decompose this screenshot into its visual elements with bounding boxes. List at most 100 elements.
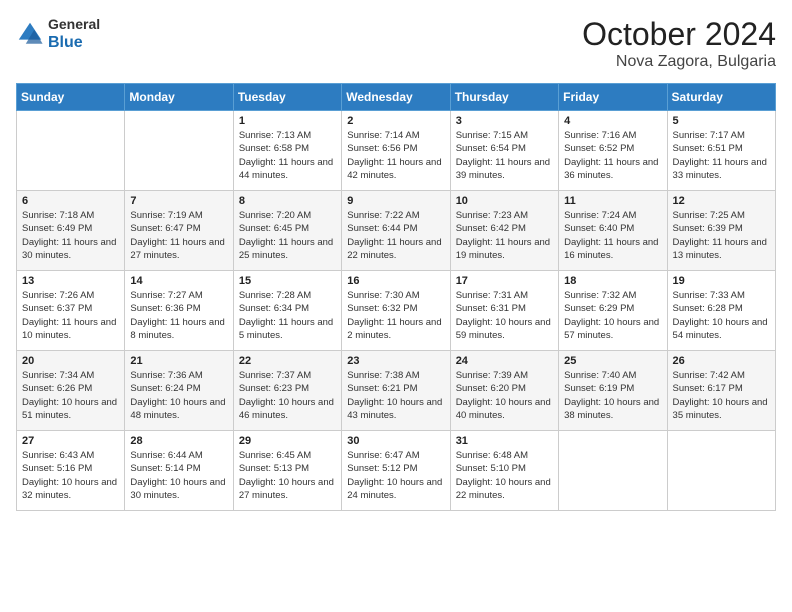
day-info: Sunrise: 7:23 AM Sunset: 6:42 PM Dayligh… [456,209,553,262]
daylight-text: Daylight: 10 hours and 48 minutes. [130,396,227,423]
day-number: 4 [564,115,661,127]
day-info: Sunrise: 6:45 AM Sunset: 5:13 PM Dayligh… [239,449,336,502]
day-number: 7 [130,195,227,207]
daylight-text: Daylight: 11 hours and 39 minutes. [456,156,553,183]
day-info: Sunrise: 7:17 AM Sunset: 6:51 PM Dayligh… [673,129,770,182]
sunset-text: Sunset: 6:40 PM [564,222,661,235]
calendar-cell: 15 Sunrise: 7:28 AM Sunset: 6:34 PM Dayl… [233,271,341,351]
sunset-text: Sunset: 6:36 PM [130,302,227,315]
sunset-text: Sunset: 6:29 PM [564,302,661,315]
logo-icon [16,20,44,48]
sunset-text: Sunset: 6:32 PM [347,302,444,315]
day-number: 23 [347,355,444,367]
day-number: 11 [564,195,661,207]
calendar-table: SundayMondayTuesdayWednesdayThursdayFrid… [16,83,776,511]
calendar-cell: 31 Sunrise: 6:48 AM Sunset: 5:10 PM Dayl… [450,431,558,511]
day-number: 29 [239,435,336,447]
daylight-text: Daylight: 10 hours and 35 minutes. [673,396,770,423]
day-number: 15 [239,275,336,287]
daylight-text: Daylight: 10 hours and 40 minutes. [456,396,553,423]
day-info: Sunrise: 7:20 AM Sunset: 6:45 PM Dayligh… [239,209,336,262]
sunrise-text: Sunrise: 7:13 AM [239,129,336,142]
calendar-cell: 20 Sunrise: 7:34 AM Sunset: 6:26 PM Dayl… [17,351,125,431]
logo: General Blue [16,16,100,52]
sunrise-text: Sunrise: 7:28 AM [239,289,336,302]
sunrise-text: Sunrise: 7:27 AM [130,289,227,302]
calendar-cell: 25 Sunrise: 7:40 AM Sunset: 6:19 PM Dayl… [559,351,667,431]
sunrise-text: Sunrise: 6:47 AM [347,449,444,462]
day-info: Sunrise: 7:14 AM Sunset: 6:56 PM Dayligh… [347,129,444,182]
sunrise-text: Sunrise: 7:37 AM [239,369,336,382]
day-info: Sunrise: 7:13 AM Sunset: 6:58 PM Dayligh… [239,129,336,182]
sunset-text: Sunset: 5:10 PM [456,462,553,475]
daylight-text: Daylight: 11 hours and 8 minutes. [130,316,227,343]
sunset-text: Sunset: 5:16 PM [22,462,119,475]
calendar-cell: 7 Sunrise: 7:19 AM Sunset: 6:47 PM Dayli… [125,191,233,271]
day-number: 26 [673,355,770,367]
daylight-text: Daylight: 10 hours and 43 minutes. [347,396,444,423]
day-number: 24 [456,355,553,367]
weekday-header: Monday [125,84,233,111]
calendar-cell: 18 Sunrise: 7:32 AM Sunset: 6:29 PM Dayl… [559,271,667,351]
day-info: Sunrise: 7:36 AM Sunset: 6:24 PM Dayligh… [130,369,227,422]
calendar-cell: 6 Sunrise: 7:18 AM Sunset: 6:49 PM Dayli… [17,191,125,271]
sunrise-text: Sunrise: 7:33 AM [673,289,770,302]
calendar-week-row: 1 Sunrise: 7:13 AM Sunset: 6:58 PM Dayli… [17,111,776,191]
sunset-text: Sunset: 6:37 PM [22,302,119,315]
month-year-title: October 2024 [582,16,776,53]
day-number: 2 [347,115,444,127]
daylight-text: Daylight: 11 hours and 44 minutes. [239,156,336,183]
day-info: Sunrise: 6:44 AM Sunset: 5:14 PM Dayligh… [130,449,227,502]
calendar-cell: 16 Sunrise: 7:30 AM Sunset: 6:32 PM Dayl… [342,271,450,351]
sunset-text: Sunset: 5:14 PM [130,462,227,475]
sunset-text: Sunset: 6:44 PM [347,222,444,235]
day-info: Sunrise: 7:31 AM Sunset: 6:31 PM Dayligh… [456,289,553,342]
calendar-week-row: 13 Sunrise: 7:26 AM Sunset: 6:37 PM Dayl… [17,271,776,351]
day-info: Sunrise: 7:34 AM Sunset: 6:26 PM Dayligh… [22,369,119,422]
daylight-text: Daylight: 10 hours and 32 minutes. [22,476,119,503]
day-number: 16 [347,275,444,287]
calendar-week-row: 27 Sunrise: 6:43 AM Sunset: 5:16 PM Dayl… [17,431,776,511]
sunset-text: Sunset: 6:28 PM [673,302,770,315]
day-info: Sunrise: 7:38 AM Sunset: 6:21 PM Dayligh… [347,369,444,422]
calendar-cell: 17 Sunrise: 7:31 AM Sunset: 6:31 PM Dayl… [450,271,558,351]
calendar-cell: 14 Sunrise: 7:27 AM Sunset: 6:36 PM Dayl… [125,271,233,351]
day-number: 5 [673,115,770,127]
daylight-text: Daylight: 11 hours and 36 minutes. [564,156,661,183]
calendar-cell [559,431,667,511]
day-info: Sunrise: 6:48 AM Sunset: 5:10 PM Dayligh… [456,449,553,502]
sunrise-text: Sunrise: 7:36 AM [130,369,227,382]
weekday-header: Tuesday [233,84,341,111]
day-info: Sunrise: 7:42 AM Sunset: 6:17 PM Dayligh… [673,369,770,422]
calendar-week-row: 6 Sunrise: 7:18 AM Sunset: 6:49 PM Dayli… [17,191,776,271]
calendar-cell: 12 Sunrise: 7:25 AM Sunset: 6:39 PM Dayl… [667,191,775,271]
daylight-text: Daylight: 10 hours and 51 minutes. [22,396,119,423]
weekday-header: Saturday [667,84,775,111]
daylight-text: Daylight: 11 hours and 33 minutes. [673,156,770,183]
daylight-text: Daylight: 11 hours and 27 minutes. [130,236,227,263]
sunrise-text: Sunrise: 7:39 AM [456,369,553,382]
day-info: Sunrise: 6:43 AM Sunset: 5:16 PM Dayligh… [22,449,119,502]
day-info: Sunrise: 7:28 AM Sunset: 6:34 PM Dayligh… [239,289,336,342]
daylight-text: Daylight: 10 hours and 38 minutes. [564,396,661,423]
calendar-cell: 23 Sunrise: 7:38 AM Sunset: 6:21 PM Dayl… [342,351,450,431]
sunset-text: Sunset: 6:45 PM [239,222,336,235]
sunset-text: Sunset: 6:23 PM [239,382,336,395]
day-number: 18 [564,275,661,287]
calendar-week-row: 20 Sunrise: 7:34 AM Sunset: 6:26 PM Dayl… [17,351,776,431]
daylight-text: Daylight: 10 hours and 54 minutes. [673,316,770,343]
day-info: Sunrise: 7:37 AM Sunset: 6:23 PM Dayligh… [239,369,336,422]
sunset-text: Sunset: 6:17 PM [673,382,770,395]
sunrise-text: Sunrise: 7:20 AM [239,209,336,222]
daylight-text: Daylight: 11 hours and 30 minutes. [22,236,119,263]
calendar-cell: 1 Sunrise: 7:13 AM Sunset: 6:58 PM Dayli… [233,111,341,191]
calendar-cell: 24 Sunrise: 7:39 AM Sunset: 6:20 PM Dayl… [450,351,558,431]
daylight-text: Daylight: 11 hours and 19 minutes. [456,236,553,263]
sunrise-text: Sunrise: 7:14 AM [347,129,444,142]
day-number: 19 [673,275,770,287]
calendar-cell: 27 Sunrise: 6:43 AM Sunset: 5:16 PM Dayl… [17,431,125,511]
day-number: 14 [130,275,227,287]
day-number: 10 [456,195,553,207]
day-info: Sunrise: 7:25 AM Sunset: 6:39 PM Dayligh… [673,209,770,262]
day-number: 31 [456,435,553,447]
